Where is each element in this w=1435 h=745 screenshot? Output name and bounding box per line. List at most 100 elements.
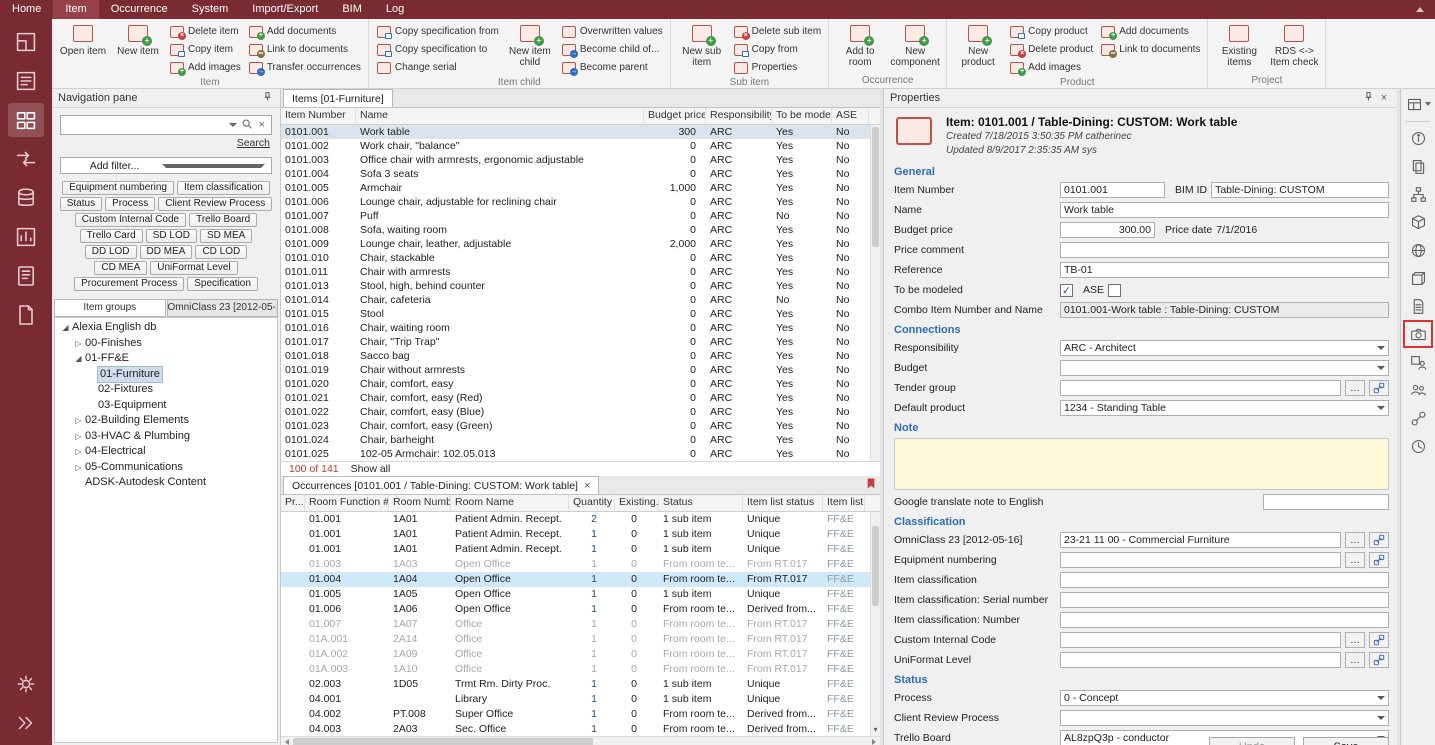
tree-item-02-building-elements[interactable]: ▷02-Building Elements (55, 413, 277, 429)
link-to-documents-button[interactable]: ∞Link to documents (1098, 42, 1202, 57)
items-vertical-scrollbar[interactable] (870, 125, 880, 461)
occurrence-row[interactable]: 01.0011A01Patient Admin. Recept.101 sub … (281, 542, 870, 557)
occurrences-column-header-item-list[interactable]: Item list (823, 495, 865, 511)
browse-button[interactable]: … (1345, 380, 1365, 396)
notes-button[interactable] (8, 259, 44, 293)
occurrence-row[interactable]: 01.0011A01Patient Admin. Recept.101 sub … (281, 527, 870, 542)
delete-product-button[interactable]: ×Delete product (1007, 42, 1095, 57)
scrollbar-thumb[interactable] (872, 127, 879, 247)
people-button[interactable] (1405, 378, 1431, 402)
nav-tab-omniclass-23-2012-05-16[interactable]: OmniClass 23 [2012-05-16] (167, 299, 279, 317)
occurrence-row[interactable]: 01.0071A07Office10From room te...From RT… (281, 617, 870, 632)
occurrences-tab[interactable]: Occurrences [0101.001 / Table-Dining: CU… (283, 476, 599, 494)
add-filter-dropdown[interactable]: Add filter... (60, 157, 272, 174)
filter-chip-custom-internal-code[interactable]: Custom Internal Code (75, 213, 186, 227)
item-row[interactable]: 0101.018Sacco bag0ARCYesNo (281, 349, 870, 363)
nav-tab-item-groups[interactable]: Item groups (54, 299, 166, 317)
rooms-button[interactable] (8, 25, 44, 59)
text-input[interactable]: Work table (1060, 202, 1389, 218)
text-input[interactable] (1060, 632, 1341, 648)
copy-pages-button[interactable] (1405, 154, 1431, 178)
item-row[interactable]: 0101.009Lounge chair, leather, adjustabl… (281, 237, 870, 251)
history-clock-button[interactable] (1405, 434, 1431, 458)
filter-chip-sd-mea[interactable]: SD MEA (200, 229, 252, 243)
filter-chip-process[interactable]: Process (105, 197, 155, 211)
info-button[interactable] (1405, 126, 1431, 150)
items-tab[interactable]: Items [01-Furniture] (283, 89, 393, 107)
camera-button[interactable] (1405, 322, 1431, 346)
chevron-down-icon[interactable] (229, 123, 237, 127)
item-row[interactable]: 0101.020Chair, comfort, easy0ARCYesNo (281, 377, 870, 391)
browse-button[interactable]: … (1345, 552, 1365, 568)
tree-item-02-fixtures[interactable]: 02-Fixtures (55, 382, 277, 398)
unlink-button[interactable] (1369, 652, 1389, 668)
filter-chip-client-review-process[interactable]: Client Review Process (158, 197, 272, 211)
new-item-child-button[interactable]: +New item child (504, 21, 556, 68)
item-row[interactable]: 0101.005Armchair1,000ARCYesNo (281, 181, 870, 195)
rds-item-check-button[interactable]: RDS <-> Item check (1268, 21, 1320, 68)
item-row[interactable]: 0101.019Chair without armrests0ARCYesNo (281, 363, 870, 377)
select-client-review-process[interactable] (1060, 710, 1389, 726)
tree-item-03-equipment[interactable]: 03-Equipment (55, 398, 277, 414)
items-column-header-ase[interactable]: ASE (832, 108, 869, 124)
occurrences-column-header-quantity[interactable]: Quantity (569, 495, 615, 511)
close-tab-icon[interactable]: × (584, 478, 590, 494)
document-button[interactable] (1405, 294, 1431, 318)
properties-button[interactable]: Properties (731, 60, 823, 75)
filter-chip-cd-lod[interactable]: CD LOD (195, 245, 247, 259)
scrollbar-thumb[interactable] (293, 738, 593, 745)
occurrences-column-header-room-function[interactable]: Room Function #: (305, 495, 389, 511)
filter-chip-equipment-numbering[interactable]: Equipment numbering (62, 181, 174, 195)
items-column-header-to-be-modeled[interactable]: To be modeled (772, 108, 832, 124)
text-input[interactable]: Table-Dining: CUSTOM (1211, 182, 1389, 198)
tree-item-05-communications[interactable]: ▷05-Communications (55, 460, 277, 476)
item-row[interactable]: 0101.010Chair, stackable0ARCYesNo (281, 251, 870, 265)
collapse-ribbon-button[interactable] (1405, 0, 1435, 19)
tree-item-adsk-autodesk-content[interactable]: ADSK-Autodesk Content (55, 475, 277, 491)
menu-tab-home[interactable]: Home (0, 0, 53, 19)
menu-tab-log[interactable]: Log (374, 0, 416, 19)
copy-item-button[interactable]: Copy item (167, 42, 243, 57)
filter-chip-sd-lod[interactable]: SD LOD (146, 229, 197, 243)
occurrence-row[interactable]: 01A.0031A10Office10From room te...From R… (281, 662, 870, 677)
new-component-button[interactable]: +New component (889, 21, 941, 68)
text-input[interactable]: TB-01 (1060, 262, 1389, 278)
item-row[interactable]: 0101.021Chair, comfort, easy (Red)0ARCYe… (281, 391, 870, 405)
collapsed-icon[interactable]: ▷ (72, 336, 85, 351)
menu-tab-item[interactable]: Item (53, 0, 98, 19)
new-product-button[interactable]: +New product (952, 21, 1004, 68)
readonly-input[interactable]: 0101.001-Work table : Table-Dining: CUST… (1060, 302, 1389, 318)
change-serial-button[interactable]: Change serial (374, 60, 501, 75)
text-input[interactable] (1060, 592, 1389, 608)
transfer-button[interactable] (8, 142, 44, 176)
item-row[interactable]: 0101.013Stool, high, behind counter0ARCY… (281, 279, 870, 293)
delete-sub-item-button[interactable]: ×Delete sub item (731, 24, 823, 39)
product-person-button[interactable] (1405, 350, 1431, 374)
expanded-icon[interactable]: ◢ (59, 320, 72, 335)
new-item-button[interactable]: +New item (112, 21, 164, 58)
item-row[interactable]: 0101.015Stool0ARCYesNo (281, 307, 870, 321)
tree-item-alexia-english-db[interactable]: ◢Alexia English db (55, 320, 277, 336)
items-column-header-name[interactable]: Name (356, 108, 644, 124)
text-input[interactable]: 300.00 (1060, 222, 1155, 238)
item-row[interactable]: 0101.001Work table300ARCYesNo (281, 125, 870, 139)
menu-tab-occurrence[interactable]: Occurrence (99, 0, 180, 19)
overwritten-values-button[interactable]: Overwritten values (559, 24, 665, 39)
item-row[interactable]: 0101.022Chair, comfort, easy (Blue)0ARCY… (281, 405, 870, 419)
text-input[interactable]: 0101.001 (1060, 182, 1165, 198)
text-input[interactable] (1060, 242, 1389, 258)
occurrences-column-header-item-list-status[interactable]: Item list status (743, 495, 823, 511)
checkbox[interactable]: ✓ (1060, 284, 1073, 297)
globe-button[interactable] (1405, 238, 1431, 262)
link-to-documents-button[interactable]: ∞Link to documents (246, 42, 363, 57)
unlink-button[interactable] (1369, 532, 1389, 548)
browse-button[interactable]: … (1345, 532, 1365, 548)
search-input[interactable] (65, 117, 225, 133)
checkbox[interactable] (1108, 284, 1121, 297)
classification-cube-button[interactable] (1405, 210, 1431, 234)
item-row[interactable]: 0101.016Chair, waiting room0ARCYesNo (281, 321, 870, 335)
occurrence-row[interactable]: 01A.0012A14Office10From room te...From R… (281, 632, 870, 647)
items-column-header-item-number[interactable]: Item Number (281, 108, 356, 124)
horizontal-scrollbar[interactable] (281, 736, 880, 745)
select-default-product[interactable]: 1234 - Standing Table (1060, 400, 1389, 416)
